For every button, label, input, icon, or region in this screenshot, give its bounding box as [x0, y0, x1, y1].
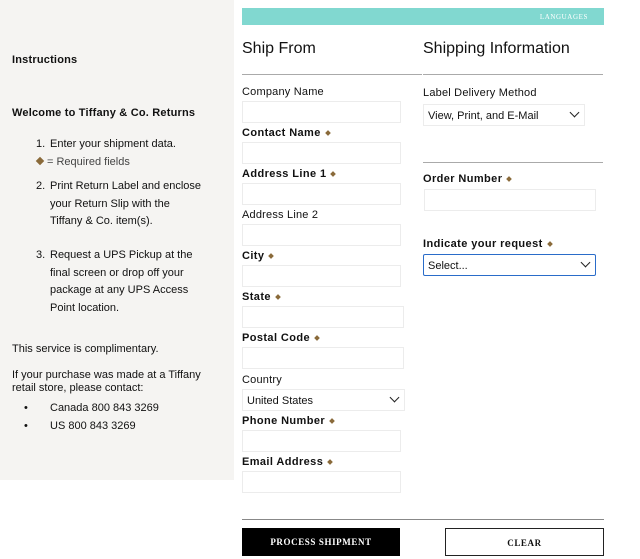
address2-label: Address Line 2: [242, 209, 319, 221]
request-select[interactable]: Select...: [423, 254, 596, 276]
postal-code-input[interactable]: [242, 347, 404, 369]
required-icon: [506, 176, 513, 182]
step-line: Tiffany & Co. item(s).: [50, 215, 153, 227]
address2-input[interactable]: [242, 224, 401, 246]
request-label: Indicate your request: [423, 238, 553, 250]
required-icon: [329, 418, 335, 424]
country-select-value: United States: [247, 395, 314, 407]
step-number: 3.: [36, 249, 46, 261]
order-number-label: Order Number: [423, 173, 513, 185]
steps-list: 1. Enter your shipment data. = Required …: [35, 136, 226, 317]
label-delivery-method-value: View, Print, and E-Mail: [428, 110, 539, 122]
contact-name-label-text: Contact Name: [242, 127, 321, 139]
chevron-down-icon: [580, 257, 591, 268]
contact-name-label: Contact Name: [242, 127, 331, 139]
required-note: = Required fields: [47, 155, 130, 168]
step-line: Enter your shipment data.: [50, 138, 176, 150]
top-bar: LANGUAGES: [242, 8, 604, 25]
instructions-title: Instructions: [12, 54, 78, 66]
chevron-down-icon: [389, 392, 400, 403]
phone-number-input[interactable]: [242, 430, 401, 452]
complimentary-note: This service is complimentary.: [12, 343, 159, 355]
address1-label: Address Line 1: [242, 168, 337, 180]
phone-number-label-text: Phone Number: [242, 415, 326, 427]
shipping-info-title: Shipping Information: [423, 40, 570, 57]
required-icon: [314, 335, 320, 341]
email-address-input[interactable]: [242, 471, 401, 493]
actions-divider: [242, 519, 604, 520]
request-label-text: Indicate your request: [423, 238, 543, 250]
required-note-row: = Required fields: [35, 154, 226, 172]
contact-name-input[interactable]: [242, 142, 401, 164]
step-3: 3. Request a UPS Pickup at the final scr…: [36, 247, 226, 317]
contact-us: US 800 843 3269: [24, 418, 159, 436]
ship-from-title: Ship From: [242, 40, 316, 57]
clear-button[interactable]: CLEAR: [445, 528, 604, 556]
required-icon: [546, 241, 553, 247]
postal-code-label-text: Postal Code: [242, 332, 310, 344]
country-label: Country: [242, 374, 282, 386]
instructions-panel: Instructions Welcome to Tiffany & Co. Re…: [0, 0, 234, 480]
country-select[interactable]: United States: [242, 389, 405, 411]
state-label-text: State: [242, 291, 271, 303]
company-name-label: Company Name: [242, 86, 324, 98]
shipping-info-divider: [423, 74, 603, 75]
retail-note: If your purchase was made at a Tiffany r…: [12, 369, 201, 395]
address1-label-text: Address Line 1: [242, 168, 327, 180]
state-input[interactable]: [242, 306, 404, 328]
required-icon: [330, 171, 337, 177]
retail-note-line: If your purchase was made at a Tiffany: [12, 369, 201, 381]
city-label: City: [242, 250, 275, 262]
required-icon: [275, 294, 281, 300]
ship-from-divider: [242, 74, 422, 75]
phone-number-label: Phone Number: [242, 415, 335, 427]
step-line: Request a UPS Pickup at the: [50, 249, 193, 261]
step-line: Print Return Label and enclose: [50, 180, 202, 192]
step-number: 2.: [36, 180, 46, 192]
step-line: final screen or drop off your: [50, 266, 184, 279]
address1-input[interactable]: [242, 183, 401, 205]
company-name-input[interactable]: [242, 101, 401, 123]
required-icon: [268, 253, 275, 259]
state-label: State: [242, 291, 281, 303]
contact-canada: Canada 800 843 3269: [24, 400, 159, 418]
languages-link[interactable]: LANGUAGES: [540, 13, 588, 21]
step-line: your Return Slip with the: [50, 197, 170, 210]
step-1: 1. Enter your shipment data. = Required …: [35, 136, 226, 172]
email-address-label-text: Email Address: [242, 456, 324, 468]
step-line: package at any UPS Access: [50, 284, 189, 296]
email-address-label: Email Address: [242, 456, 334, 468]
order-number-label-text: Order Number: [423, 173, 503, 185]
order-number-input[interactable]: [424, 189, 596, 211]
postal-code-label: Postal Code: [242, 332, 320, 344]
contact-list: Canada 800 843 3269 US 800 843 3269: [24, 400, 159, 436]
required-icon: [327, 459, 334, 465]
retail-note-line: retail store, please contact:: [12, 382, 144, 394]
request-select-value: Select...: [428, 260, 468, 272]
step-2: 2. Print Return Label and enclose your R…: [36, 178, 226, 230]
order-divider: [423, 162, 603, 163]
step-line: Point location.: [50, 301, 120, 314]
label-delivery-method-label: Label Delivery Method: [423, 87, 537, 99]
required-icon: [324, 130, 331, 136]
welcome-title: Welcome to Tiffany & Co. Returns: [12, 107, 196, 119]
required-diamond-icon: [35, 156, 45, 166]
city-label-text: City: [242, 250, 265, 262]
process-shipment-button[interactable]: PROCESS SHIPMENT: [242, 528, 400, 556]
chevron-down-icon: [569, 107, 580, 118]
label-delivery-method-select[interactable]: View, Print, and E-Mail: [423, 104, 585, 126]
step-number: 1.: [36, 138, 46, 150]
city-input[interactable]: [242, 265, 401, 287]
